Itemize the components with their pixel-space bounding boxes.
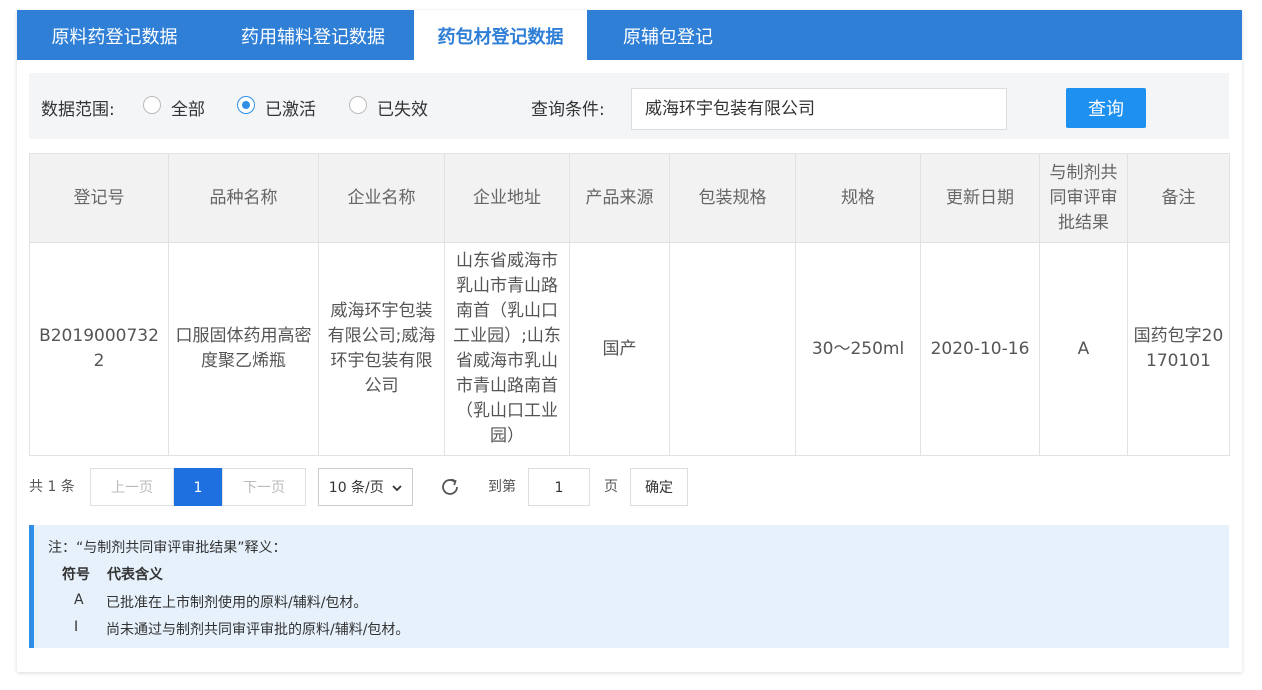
column-header: 产品来源 xyxy=(569,153,670,243)
goto-label: 到第 xyxy=(488,479,516,495)
refresh-icon[interactable] xyxy=(437,468,463,506)
query-label: 查询条件: xyxy=(531,100,605,120)
column-header: 更新日期 xyxy=(920,153,1040,243)
note-meaning: 尚未通过与制剂共同审评审批的原料/辅料/包材。 xyxy=(106,622,410,638)
cell-company-address: 山东省威海市乳山市青山路南首（乳山口工业园）;山东省威海市乳山市青山路南首（乳山… xyxy=(444,242,570,456)
results-table: 登记号 品种名称 企业名称 企业地址 产品来源 包装规格 规格 更新日期 与制剂… xyxy=(29,153,1230,456)
note-col-symbol: 符号 xyxy=(62,567,90,583)
page-size-value: 10 条/页 xyxy=(328,480,384,496)
filter-panel: 数据范围: 全部 已激活 已失效 查询条件: 威海环宇包装有限公司 查询 xyxy=(29,73,1229,139)
tab-bar: 原料药登记数据 药用辅料登记数据 药包材登记数据 原辅包登记 xyxy=(17,10,1242,60)
radio-circle-checked xyxy=(237,96,255,114)
table-header-row: 登记号 品种名称 企业名称 企业地址 产品来源 包装规格 规格 更新日期 与制剂… xyxy=(29,153,1230,243)
cell-company-name: 威海环宇包装有限公司;威海环宇包装有限公司 xyxy=(318,242,445,456)
column-header: 包装规格 xyxy=(669,153,796,243)
goto-confirm-button[interactable]: 确定 xyxy=(630,468,688,506)
page-number-current[interactable]: 1 xyxy=(174,468,222,506)
column-header: 企业名称 xyxy=(318,153,445,243)
table-row: B20190007322 口服固体药用高密度聚乙烯瓶 威海环宇包装有限公司;威海… xyxy=(29,242,1230,456)
tab-excipient-registration[interactable]: 药用辅料登记数据 xyxy=(212,10,414,60)
column-header: 与制剂共同审评审批结果 xyxy=(1039,153,1128,243)
column-header: 登记号 xyxy=(29,153,169,243)
cell-review-result: A xyxy=(1039,242,1128,456)
radio-circle xyxy=(349,96,367,114)
total-count: 共 1 条 xyxy=(29,479,75,495)
tab-combined-registration[interactable]: 原辅包登记 xyxy=(587,10,749,60)
note-symbol: I xyxy=(74,619,79,635)
query-input[interactable]: 威海环宇包装有限公司 xyxy=(631,88,1007,130)
range-label: 数据范围: xyxy=(41,100,115,120)
cell-package-spec xyxy=(669,242,796,456)
cell-product-source: 国产 xyxy=(569,242,670,456)
tab-api-registration[interactable]: 原料药登记数据 xyxy=(17,10,212,60)
cell-spec: 30～250ml xyxy=(795,242,921,456)
column-header: 品种名称 xyxy=(168,153,319,243)
note-symbol: A xyxy=(74,592,84,608)
goto-page-input[interactable]: 1 xyxy=(528,468,590,506)
column-header: 企业地址 xyxy=(444,153,570,243)
tab-packaging-registration[interactable]: 药包材登记数据 xyxy=(414,10,587,60)
content-card: 原料药登记数据 药用辅料登记数据 药包材登记数据 原辅包登记 数据范围: 全部 … xyxy=(17,10,1242,672)
page-size-select[interactable]: 10 条/页 xyxy=(318,468,413,506)
cell-registration-no: B20190007322 xyxy=(29,242,169,456)
legend-note: 注：“与制剂共同审评审批结果”释义： 符号 代表含义 A 已批准在上市制剂使用的… xyxy=(29,525,1229,648)
chevron-down-icon xyxy=(392,485,402,492)
note-meaning: 已批准在上市制剂使用的原料/辅料/包材。 xyxy=(106,595,368,611)
cell-update-date: 2020-10-16 xyxy=(920,242,1040,456)
prev-page-button[interactable]: 上一页 xyxy=(90,468,174,506)
radio-circle xyxy=(143,96,161,114)
page-suffix: 页 xyxy=(604,479,618,495)
note-col-meaning: 代表含义 xyxy=(107,567,163,583)
cell-remark: 国药包字20170101 xyxy=(1127,242,1230,456)
cell-product-name: 口服固体药用高密度聚乙烯瓶 xyxy=(168,242,319,456)
next-page-button[interactable]: 下一页 xyxy=(222,468,306,506)
note-title: 注：“与制剂共同审评审批结果”释义： xyxy=(48,540,287,556)
column-header: 规格 xyxy=(795,153,921,243)
column-header: 备注 xyxy=(1127,153,1230,243)
search-button[interactable]: 查询 xyxy=(1066,88,1146,128)
